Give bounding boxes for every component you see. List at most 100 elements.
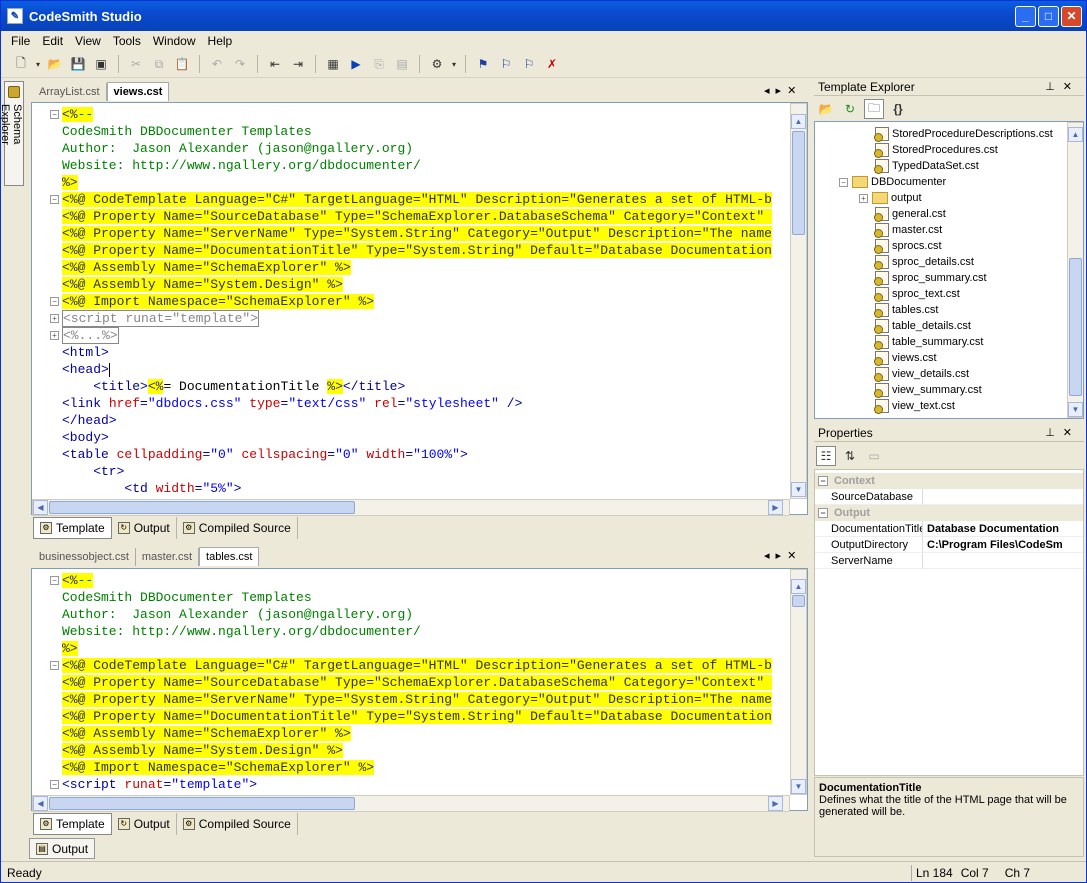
code-line[interactable]: <%-- — [62, 572, 789, 589]
property-row[interactable]: OutputDirectory C:\Program Files\CodeSm — [815, 537, 1083, 553]
refresh-icon[interactable]: ↻ — [840, 99, 860, 119]
compile-icon[interactable]: ▦ — [323, 54, 343, 74]
collapse-icon[interactable]: − — [818, 508, 828, 518]
code-line[interactable]: <%@ Property Name="ServerName" Type="Sys… — [62, 691, 789, 708]
folder-icon[interactable]: 🗀 — [864, 99, 884, 119]
code-line[interactable]: <%@ Property Name="SourceDatabase" Type=… — [62, 208, 789, 225]
tree-vertical-scrollbar[interactable]: ▲ ▼ — [1067, 122, 1083, 418]
scroll-down-button[interactable]: ▼ — [791, 482, 806, 497]
close-button[interactable]: ✕ — [1061, 6, 1082, 27]
code-line[interactable]: <body> — [62, 429, 789, 446]
expand-region-icon[interactable]: + — [50, 314, 59, 323]
code-line[interactable]: <%@ Property Name="DocumentationTitle" T… — [62, 708, 789, 725]
output-panel-tab[interactable]: ▤ Output — [29, 838, 96, 859]
tree-folder[interactable]: + output — [859, 190, 922, 206]
code-line[interactable]: <script runat="template"> — [62, 776, 789, 793]
next-bookmark-icon[interactable]: ⚐ — [496, 54, 516, 74]
scroll-up-button[interactable]: ▲ — [791, 579, 806, 594]
close-doc-icon[interactable]: ✕ — [787, 550, 802, 562]
bottom-horizontal-scrollbar[interactable]: ◀ ▶ — [32, 795, 790, 812]
view-tab-output[interactable]: ↻ Output — [112, 517, 177, 539]
code-line[interactable]: <title><%= DocumentationTitle %></title> — [62, 378, 789, 395]
open-folder-icon[interactable]: 📂 — [45, 54, 65, 74]
code-line[interactable]: <script runat="template"> — [62, 310, 789, 327]
bottom-code-area[interactable]: <%-- CodeSmith DBDocumenter Templates Auth… — [62, 572, 789, 794]
tree-file[interactable]: StoredProcedureDescriptions.cst — [874, 126, 1053, 142]
tree-file[interactable]: sproc_details.cst — [874, 254, 974, 270]
close-panel-icon[interactable]: ✕ — [1063, 427, 1080, 439]
tree-file[interactable]: table_summary.cst — [874, 334, 984, 350]
tree-file[interactable]: sproc_text.cst — [874, 286, 960, 302]
template-tree[interactable]: StoredProcedureDescriptions.cst StoredPro… — [814, 121, 1084, 419]
collapse-icon[interactable]: − — [839, 177, 848, 187]
previous-bookmark-icon[interactable]: ⚐ — [519, 54, 539, 74]
scroll-right-button[interactable]: ▶ — [768, 500, 783, 515]
code-line[interactable]: <%@ Import Namespace="SchemaExplorer" %> — [62, 293, 789, 310]
tree-file[interactable]: master.cst — [874, 222, 942, 238]
expand-region-icon[interactable]: + — [50, 331, 59, 340]
code-line[interactable]: <%@ Assembly Name="System.Design" %> — [62, 276, 789, 293]
scroll-right-icon[interactable]: ▸ — [776, 85, 788, 97]
collapse-icon[interactable]: − — [818, 476, 828, 486]
doc-tab-views[interactable]: views.cst — [106, 82, 170, 101]
undo-icon[interactable]: ↶ — [207, 54, 227, 74]
tree-file[interactable]: views.cst — [874, 350, 937, 366]
save-icon[interactable]: 💾 — [68, 54, 88, 74]
paste-icon[interactable]: 📋 — [172, 54, 192, 74]
top-code-area[interactable]: <%-- CodeSmith DBDocumenter Templates Auth… — [62, 106, 789, 498]
property-value[interactable]: Database Documentation — [923, 521, 1083, 537]
save-all-icon[interactable]: ▣ — [91, 54, 111, 74]
collapse-region-icon[interactable]: − — [50, 576, 59, 585]
scroll-right-button[interactable]: ▶ — [768, 796, 783, 811]
code-line[interactable]: <%-- — [62, 106, 789, 123]
minimize-button[interactable]: _ — [1015, 6, 1036, 27]
menu-edit[interactable]: Edit — [36, 34, 69, 48]
tree-file[interactable]: table_details.cst — [874, 318, 971, 334]
tree-file[interactable]: TypedDataSet.cst — [874, 158, 979, 174]
menu-view[interactable]: View — [69, 34, 107, 48]
pin-icon[interactable]: ⊥ — [1045, 427, 1063, 439]
scroll-thumb[interactable] — [792, 595, 805, 607]
code-line[interactable]: <%...%> — [62, 327, 789, 344]
properties-dropdown-icon[interactable]: ▾ — [450, 54, 458, 74]
expand-icon[interactable]: + — [859, 193, 868, 203]
code-line[interactable]: Author: Jason Alexander (jason@ngallery.… — [62, 606, 789, 623]
doc-tab-arraylist[interactable]: ArrayList.cst — [33, 83, 107, 101]
code-line[interactable]: <td width="5%"> — [62, 480, 789, 497]
property-value[interactable] — [923, 489, 1083, 505]
code-line[interactable]: <%@ Property Name="ServerName" Type="Sys… — [62, 225, 789, 242]
code-line[interactable]: <%@ Import Namespace="SchemaExplorer" %> — [62, 759, 789, 776]
scroll-left-button[interactable]: ◀ — [33, 500, 48, 515]
property-category[interactable]: − Context — [815, 473, 1083, 489]
code-line[interactable]: <%@ CodeTemplate Language="C#" TargetLan… — [62, 191, 789, 208]
code-line[interactable]: <html> — [62, 344, 789, 361]
view-tab-compiled-source[interactable]: ⚙ Compiled Source — [177, 517, 298, 539]
code-line[interactable]: Author: Jason Alexander (jason@ngallery.… — [62, 140, 789, 157]
indent-icon[interactable]: ⇥ — [288, 54, 308, 74]
tree-file[interactable]: view_text.cst — [874, 398, 955, 414]
view-tab-output[interactable]: ↻ Output — [112, 813, 177, 835]
pin-icon[interactable]: ⊥ — [1045, 81, 1063, 93]
scroll-thumb[interactable] — [49, 501, 355, 514]
close-panel-icon[interactable]: ✕ — [1063, 81, 1080, 93]
top-vertical-scrollbar[interactable]: ▲ ▼ — [790, 103, 807, 499]
property-pages-icon[interactable]: ▭ — [864, 446, 884, 466]
alphabetical-icon[interactable]: ⇅ — [840, 446, 860, 466]
code-line[interactable]: <%@ CodeTemplate Language="C#" TargetLan… — [62, 657, 789, 674]
maximize-button[interactable]: □ — [1038, 6, 1059, 27]
menu-help[interactable]: Help — [202, 34, 239, 48]
code-line[interactable]: <head> — [62, 361, 789, 378]
clear-bookmarks-icon[interactable]: ✗ — [542, 54, 562, 74]
code-line[interactable]: Website: http://www.ngallery.org/dbdocum… — [62, 623, 789, 640]
property-value[interactable]: C:\Program Files\CodeSm — [923, 537, 1083, 553]
doc-tab-businessobject[interactable]: businessobject.cst — [33, 548, 136, 566]
collapse-region-icon[interactable]: − — [50, 661, 59, 670]
run-icon[interactable]: ▶ — [346, 54, 366, 74]
collapse-region-icon[interactable]: − — [50, 297, 59, 306]
bottom-editor[interactable]: <%-- CodeSmith DBDocumenter Templates Auth… — [31, 568, 808, 812]
view-tab-template[interactable]: ⚙ Template — [33, 517, 112, 539]
code-line[interactable]: CodeSmith DBDocumenter Templates — [62, 123, 789, 140]
scroll-left-icon[interactable]: ◂ — [764, 550, 776, 562]
properties-grid[interactable]: − Context SourceDatabase − Output Documentati… — [814, 469, 1084, 776]
scroll-up-button[interactable]: ▲ — [791, 114, 806, 129]
